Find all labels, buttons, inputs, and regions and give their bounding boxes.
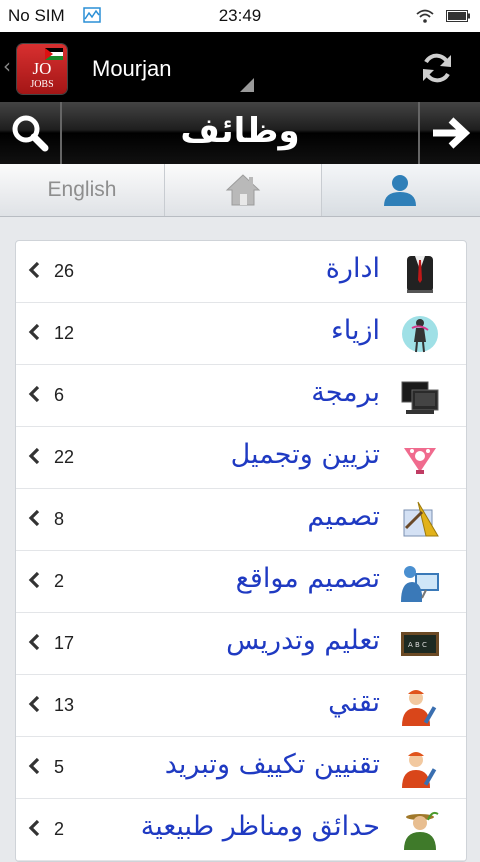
category-label: ازياء: [331, 315, 380, 346]
suit-icon: [407, 256, 433, 293]
logo-text-jobs: JOBS: [30, 79, 54, 90]
category-count: 12: [54, 323, 75, 343]
gardener-icon: [404, 811, 439, 850]
home-icon: [225, 174, 261, 206]
category-row[interactable]: 12 ازياء: [16, 303, 466, 365]
chevron-left-icon: [28, 509, 40, 527]
category-row[interactable]: 17 تعليم وتدريس A B C: [16, 613, 466, 675]
tab-home[interactable]: [165, 164, 321, 216]
tab-english[interactable]: English: [0, 164, 164, 216]
back-icon[interactable]: ‹: [3, 54, 11, 78]
app-name[interactable]: Mourjan: [92, 56, 171, 82]
chevron-left-icon: [28, 757, 40, 775]
category-label: تصميم مواقع: [235, 563, 380, 594]
wifi-icon: [416, 9, 434, 23]
chevron-left-icon: [28, 385, 40, 403]
category-count: 26: [54, 261, 75, 281]
chevron-left-icon: [28, 261, 40, 279]
category-row[interactable]: 8 تصميم: [16, 489, 466, 551]
refresh-icon[interactable]: [418, 49, 456, 87]
category-count: 13: [54, 695, 75, 715]
category-row[interactable]: 26 ادارة: [16, 241, 466, 303]
category-label: برمجة: [311, 377, 380, 408]
user-icon: [384, 175, 416, 206]
dropdown-corner-icon[interactable]: [240, 78, 254, 92]
chevron-left-icon: [28, 323, 40, 341]
category-row[interactable]: 5 تقنيين تكييف وتبريد: [16, 737, 466, 799]
computer-screens-icon: [401, 381, 439, 414]
category-label: تصميم: [307, 501, 380, 532]
category-label: حدائق ومناظر طبيعية: [140, 811, 380, 842]
web-designer-icon: [401, 566, 439, 602]
ac-technician-icon: [402, 752, 437, 788]
category-count: 2: [54, 571, 65, 591]
design-tools-icon: [403, 501, 439, 537]
category-count: 2: [54, 819, 65, 839]
clock: 23:49: [218, 6, 262, 25]
fashion-model-icon: [402, 316, 438, 353]
technician-icon: [402, 690, 437, 726]
status-bar: No SIM 23:49: [0, 0, 480, 32]
svg-text:A B C: A B C: [408, 641, 427, 649]
category-row[interactable]: 2 حدائق ومناظر طبيعية: [16, 799, 466, 861]
category-row[interactable]: 13 تقني: [16, 675, 466, 737]
chevron-left-icon: [28, 633, 40, 651]
category-list: 26 ادارة 12 ازياء 6 برمجة 22 تزيين وتجمي…: [15, 240, 467, 862]
category-count: 22: [54, 447, 75, 467]
category-row[interactable]: 22 تزيين وتجميل: [16, 427, 466, 489]
category-count: 8: [54, 509, 65, 529]
category-label: تعليم وتدريس: [226, 625, 380, 656]
tab-account[interactable]: [322, 164, 480, 216]
chevron-left-icon: [28, 695, 40, 713]
beauty-icon: [404, 448, 436, 474]
blackboard-icon: A B C: [401, 632, 439, 656]
chevron-left-icon: [28, 447, 40, 465]
chevron-left-icon: [28, 571, 40, 589]
category-count: 17: [54, 633, 75, 653]
logo-text-jo: JO: [32, 59, 52, 78]
tab-english-label: English: [47, 178, 117, 201]
app-logo[interactable]: JO JOBS: [17, 44, 67, 94]
chevron-left-icon: [28, 819, 40, 837]
search-icon[interactable]: [0, 102, 60, 164]
page-title: وظائف: [180, 111, 300, 151]
category-count: 5: [54, 757, 65, 777]
app-bar: ‹ JO JOBS Mourjan: [0, 32, 480, 102]
category-label: تزيين وتجميل: [230, 439, 380, 470]
category-label: تقنيين تكييف وتبريد: [164, 749, 380, 780]
category-label: تقني: [328, 687, 380, 718]
category-row[interactable]: 6 برمجة: [16, 365, 466, 427]
tab-bar: English: [0, 164, 480, 217]
battery-icon: [446, 10, 470, 22]
category-label: ادارة: [325, 253, 380, 284]
header-bar: وظائف: [0, 102, 480, 164]
category-count: 6: [54, 385, 65, 405]
forward-arrow-icon[interactable]: [420, 102, 480, 164]
category-row[interactable]: 2 تصميم مواقع: [16, 551, 466, 613]
